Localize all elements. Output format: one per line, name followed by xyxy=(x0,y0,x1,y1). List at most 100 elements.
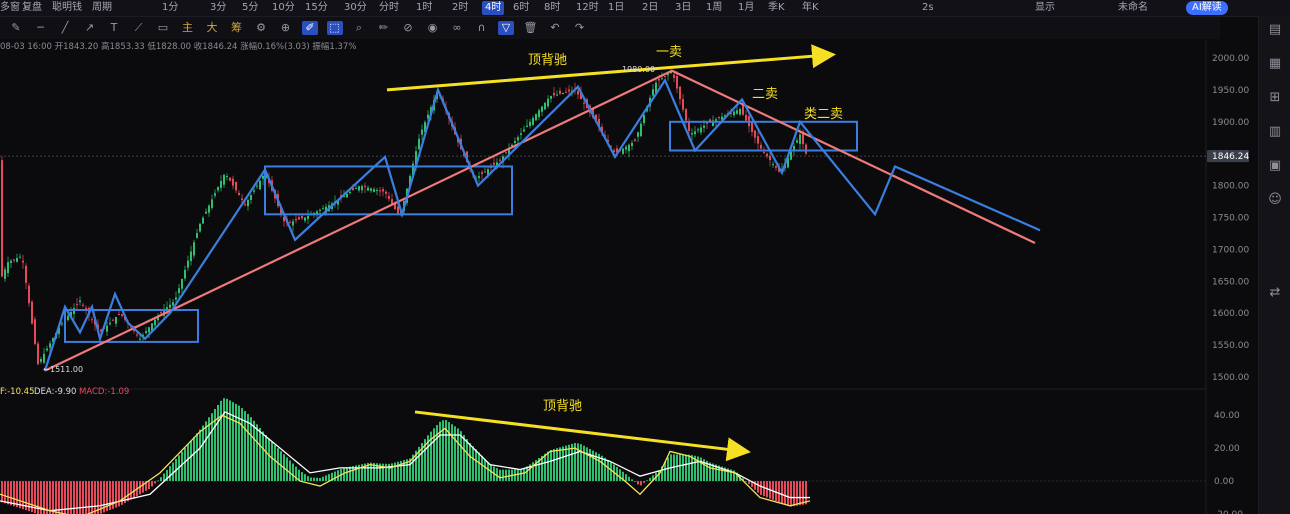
window-icon[interactable]: ▤ xyxy=(1266,21,1284,39)
candle-body xyxy=(565,91,567,93)
candle-body xyxy=(634,139,636,141)
macd-bar xyxy=(133,481,135,498)
macd-bar xyxy=(274,445,276,482)
price-tick-label: 2000.00 xyxy=(1212,54,1249,64)
candle-body xyxy=(232,178,234,186)
macd-bar xyxy=(583,445,585,482)
macd-bar xyxy=(202,425,204,482)
candle-body xyxy=(217,187,219,191)
price-tick-label: 1550.00 xyxy=(1212,341,1249,351)
candle-body xyxy=(664,75,666,77)
macd-tick-label: -20.00 xyxy=(1214,510,1243,514)
candle-body xyxy=(118,314,120,316)
macd-bar xyxy=(217,404,219,482)
candle-body xyxy=(625,146,627,150)
candle-body xyxy=(238,192,240,196)
macd-bar xyxy=(565,445,567,482)
chart-icon[interactable]: ▦ xyxy=(1266,55,1284,73)
candle-body xyxy=(226,176,228,178)
candle-body xyxy=(229,177,231,181)
macd-bar xyxy=(646,480,648,482)
candle-body xyxy=(583,102,585,104)
candle-body xyxy=(31,301,33,324)
candle-body xyxy=(247,199,249,207)
candle-body xyxy=(361,186,363,191)
last-price-label: 1846.24 xyxy=(1212,152,1249,162)
price-tick-label: 1650.00 xyxy=(1212,277,1249,287)
macd-bar xyxy=(205,421,207,482)
candle-body xyxy=(532,117,534,125)
macd-histogram-group xyxy=(1,398,807,514)
candle-body xyxy=(112,319,114,321)
macd-bar xyxy=(169,466,171,482)
macd-bar xyxy=(268,438,270,482)
macd-bar xyxy=(52,481,54,514)
candle-body xyxy=(751,122,753,133)
candle-body xyxy=(22,260,24,263)
candle-body xyxy=(160,312,162,314)
macd-bar xyxy=(304,474,306,482)
candle-body xyxy=(13,259,15,261)
macd-bar xyxy=(229,400,231,482)
macd-bar xyxy=(16,481,18,508)
candle-body xyxy=(199,223,201,232)
macd-bar xyxy=(502,469,504,482)
candle-body xyxy=(538,110,540,118)
candle-body xyxy=(529,121,531,126)
macd-bar xyxy=(805,481,807,505)
macd-bar xyxy=(142,481,144,493)
macd-bar xyxy=(625,474,627,482)
macd-bar xyxy=(589,448,591,482)
macd-bar xyxy=(349,466,351,482)
candle-body xyxy=(541,106,543,112)
candle-body xyxy=(205,211,207,214)
macd-bar xyxy=(265,435,267,482)
trend-icon[interactable]: ▥ xyxy=(1266,123,1284,141)
candle-body xyxy=(208,205,210,213)
candle-body xyxy=(319,209,321,211)
macd-bar xyxy=(610,462,612,482)
candle-body xyxy=(172,302,174,306)
macd-bar xyxy=(55,481,57,514)
candle-body xyxy=(322,208,324,210)
candle-body xyxy=(643,115,645,124)
candle-body xyxy=(181,279,183,289)
macd-bar xyxy=(448,422,450,482)
macd-bar xyxy=(394,462,396,482)
candle-body xyxy=(223,174,225,185)
macd-bar xyxy=(691,455,693,482)
macd-bar xyxy=(220,400,222,482)
candle-body xyxy=(154,319,156,326)
candle-body xyxy=(364,185,366,187)
macd-bar xyxy=(256,424,258,482)
macd-bar xyxy=(658,470,660,482)
candle-body xyxy=(379,190,381,192)
exchange-icon[interactable]: ⇄ xyxy=(1266,284,1284,302)
report-icon[interactable]: ▣ xyxy=(1266,157,1284,175)
macd-bar xyxy=(115,481,117,508)
candle-body xyxy=(289,222,291,224)
candle-body xyxy=(658,78,660,81)
candle-body xyxy=(91,319,93,321)
candle-body xyxy=(676,75,678,89)
macd-bar xyxy=(628,476,630,482)
kline-chart[interactable]: 2000.001950.001900.001850.001800.001750.… xyxy=(0,0,1258,514)
candle-body xyxy=(76,303,78,305)
macd-annotation: 顶背驰 xyxy=(543,399,582,414)
robot-icon[interactable]: ☺ xyxy=(1266,191,1284,209)
candle-body xyxy=(196,233,198,238)
candle-body xyxy=(685,109,687,121)
candle-body xyxy=(535,114,537,121)
macd-bar xyxy=(247,413,249,482)
macd-bar xyxy=(118,481,120,507)
candle-body xyxy=(292,221,294,226)
candle-body xyxy=(115,317,117,324)
candle-body xyxy=(190,251,192,262)
list-icon[interactable]: ⊞ xyxy=(1266,89,1284,107)
candle-body xyxy=(703,125,705,128)
candle-body xyxy=(631,142,633,147)
candle-body xyxy=(421,129,423,135)
candle-body xyxy=(34,319,36,344)
macd-bar xyxy=(82,481,84,514)
macd-bar xyxy=(253,420,255,482)
